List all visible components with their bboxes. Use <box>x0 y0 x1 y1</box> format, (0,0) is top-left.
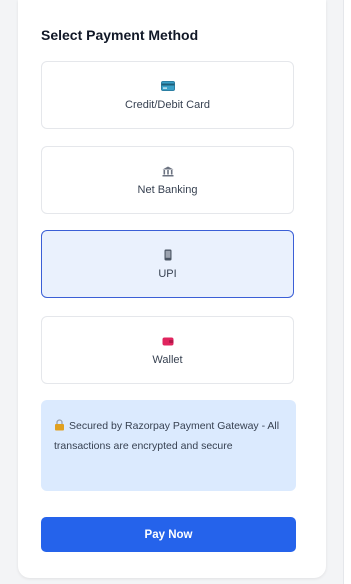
payment-option-label: Wallet <box>152 354 183 366</box>
payment-option-upi[interactable]: UPI <box>41 230 294 298</box>
wallet-icon <box>42 335 293 347</box>
payment-option-label: Credit/Debit Card <box>125 99 210 111</box>
payment-option-label: Net Banking <box>137 184 198 196</box>
payment-option-label: UPI <box>158 268 177 280</box>
security-notice: Secured by Razorpay Payment Gateway - Al… <box>41 400 296 491</box>
bank-icon <box>42 165 293 177</box>
payment-method-panel: Select Payment Method Credit/Debit Card … <box>18 0 326 578</box>
payment-option-netbanking[interactable]: Net Banking <box>41 146 294 214</box>
credit-card-icon <box>42 80 293 92</box>
payment-option-card[interactable]: Credit/Debit Card <box>41 61 294 129</box>
payment-option-wallet[interactable]: Wallet <box>41 316 294 384</box>
adjacent-panel-edge <box>343 0 351 584</box>
pay-now-button[interactable]: Pay Now <box>41 517 296 552</box>
lock-icon <box>54 419 65 437</box>
section-title: Select Payment Method <box>41 27 199 43</box>
phone-icon <box>42 249 293 261</box>
security-notice-text: Secured by Razorpay Payment Gateway - Al… <box>54 420 280 452</box>
